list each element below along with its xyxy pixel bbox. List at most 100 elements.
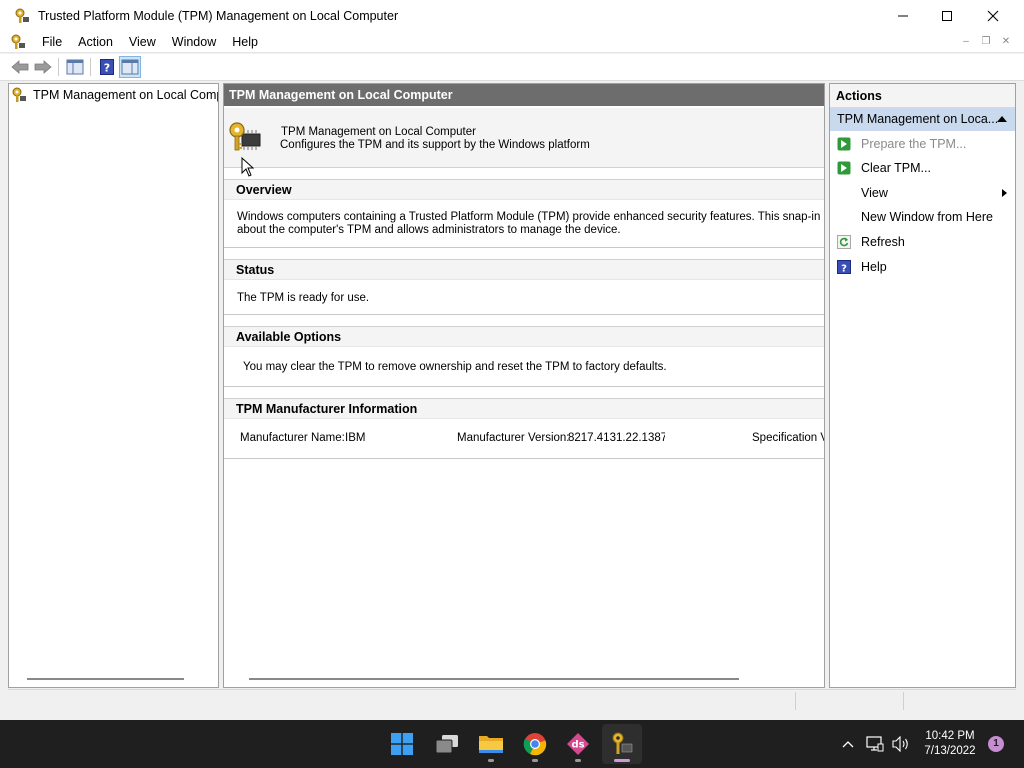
action-help[interactable]: ? Help (830, 256, 1015, 278)
menu-bar: File Action View Window Help (0, 31, 1024, 53)
mdi-restore-button[interactable]: ❐ (978, 35, 994, 49)
show-hide-tree-icon (66, 59, 84, 75)
status-text: The TPM is ready for use. (237, 292, 370, 304)
show-hidden-icons-button[interactable] (838, 720, 858, 768)
network-button[interactable] (864, 720, 886, 768)
ds-app-button[interactable]: ds (558, 724, 598, 764)
taskbar: ds 10:42 PM 7/13/2022 (0, 720, 1024, 768)
available-options-heading: Available Options (224, 327, 824, 347)
forward-arrow-icon (34, 60, 52, 74)
ds-app-icon: ds (567, 733, 589, 755)
available-options-text: You may clear the TPM to remove ownershi… (243, 361, 667, 373)
intro-description: Configures the TPM and its support by th… (280, 139, 590, 151)
tpm-key-icon (15, 8, 29, 23)
action-label: New Window from Here (861, 210, 993, 224)
intro-title: TPM Management on Local Computer (281, 126, 476, 138)
action-prepare-tpm[interactable]: Prepare the TPM... (830, 133, 1015, 155)
active-indicator (614, 759, 630, 762)
menu-help[interactable]: Help (224, 31, 266, 53)
toolbar: ? (0, 54, 1024, 81)
collapse-caret-icon[interactable] (997, 116, 1007, 122)
overview-text-line1: Windows computers containing a Trusted P… (237, 211, 825, 223)
svg-text:?: ? (104, 62, 110, 75)
action-new-window[interactable]: New Window from Here (830, 206, 1015, 228)
mmc-console-icon[interactable] (10, 34, 26, 50)
menu-file[interactable]: File (34, 31, 70, 53)
notification-badge[interactable]: 1 (988, 736, 1004, 752)
tree-item-label: TPM Management on Local Comp (33, 88, 219, 102)
window-title: Trusted Platform Module (TPM) Management… (38, 8, 399, 23)
manufacturer-version-value: 8217.4131.22.13878 (568, 432, 665, 444)
chrome-icon (523, 733, 547, 756)
result-pane: TPM Management on Local Computer TPM Man… (223, 83, 825, 688)
action-refresh[interactable]: Refresh (830, 231, 1015, 253)
file-explorer-icon (479, 736, 503, 753)
action-label: View (861, 186, 888, 200)
show-hide-tree-button[interactable] (64, 56, 86, 78)
overview-section: Overview Windows computers containing a … (224, 179, 824, 248)
file-explorer-button[interactable] (471, 724, 511, 764)
title-bar[interactable]: Trusted Platform Module (TPM) Management… (0, 0, 1024, 31)
windows-start-icon (391, 733, 413, 755)
mouse-cursor-icon (241, 157, 255, 177)
svg-text:?: ? (841, 264, 847, 275)
mmc-window: Trusted Platform Module (TPM) Management… (0, 0, 1024, 720)
overview-heading: Overview (224, 180, 824, 200)
running-indicator (532, 759, 538, 762)
action-label: Prepare the TPM... (861, 137, 967, 151)
green-arrow-icon (837, 161, 851, 175)
chrome-button[interactable] (515, 724, 555, 764)
chevron-up-icon (842, 741, 854, 748)
help-button[interactable]: ? (96, 56, 118, 78)
status-bar (8, 689, 1016, 712)
menu-action[interactable]: Action (70, 31, 121, 53)
actions-section-tpm-management[interactable]: TPM Management on Loca... (830, 108, 1015, 131)
result-horizontal-scrollbar[interactable] (249, 678, 739, 680)
back-button[interactable] (9, 56, 31, 78)
mdi-close-button[interactable]: ✕ (998, 35, 1014, 49)
show-hide-action-pane-button[interactable] (119, 56, 141, 78)
help-icon: ? (837, 260, 851, 274)
tpm-app-icon (612, 732, 633, 754)
actions-heading: Actions (830, 84, 1015, 108)
running-indicator (575, 759, 581, 762)
minimize-icon (898, 15, 908, 16)
minimize-button[interactable] (880, 0, 926, 31)
maximize-button[interactable] (924, 0, 970, 31)
close-button[interactable] (970, 0, 1016, 31)
action-clear-tpm[interactable]: Clear TPM... (830, 157, 1015, 179)
task-view-button[interactable] (427, 724, 467, 764)
clock-date: 7/13/2022 (924, 745, 976, 757)
action-label: Refresh (861, 235, 905, 249)
action-label: Clear TPM... (861, 161, 931, 175)
action-view[interactable]: View (830, 182, 1015, 204)
manufacturer-name-label: Manufacturer Name: (240, 432, 345, 444)
overview-text-line2: about the computer's TPM and allows admi… (237, 224, 621, 236)
menu-view[interactable]: View (121, 31, 164, 53)
status-bar-divider (795, 692, 796, 710)
tree-item-tpm-management[interactable]: TPM Management on Local Comp (11, 86, 219, 104)
available-options-section: Available Options You may clear the TPM … (224, 326, 824, 387)
manufacturer-info-row: Manufacturer Name: IBM Manufacturer Vers… (224, 419, 824, 449)
manufacturer-info-heading: TPM Manufacturer Information (224, 399, 824, 419)
network-icon (866, 736, 884, 752)
result-pane-header: TPM Management on Local Computer (224, 84, 824, 106)
actions-section-label: TPM Management on Loca... (837, 112, 999, 126)
clock-time: 10:42 PM (925, 730, 975, 742)
actions-pane: Actions TPM Management on Loca... Prepar… (829, 83, 1016, 688)
task-view-icon (435, 735, 458, 754)
tree-horizontal-scrollbar[interactable] (27, 678, 184, 680)
tpm-app-button[interactable] (602, 724, 642, 764)
close-icon (987, 10, 999, 21)
mdi-minimize-button[interactable]: – (958, 35, 974, 49)
show-hide-action-pane-icon (121, 59, 139, 75)
toolbar-separator (58, 58, 59, 76)
taskbar-clock[interactable]: 10:42 PM 7/13/2022 (918, 729, 982, 759)
forward-button[interactable] (32, 56, 54, 78)
tpm-key-icon (12, 87, 26, 102)
status-section: Status The TPM is ready for use. (224, 259, 824, 315)
volume-button[interactable] (890, 720, 912, 768)
maximize-icon (942, 10, 952, 21)
menu-window[interactable]: Window (164, 31, 224, 53)
start-button[interactable] (382, 724, 422, 764)
